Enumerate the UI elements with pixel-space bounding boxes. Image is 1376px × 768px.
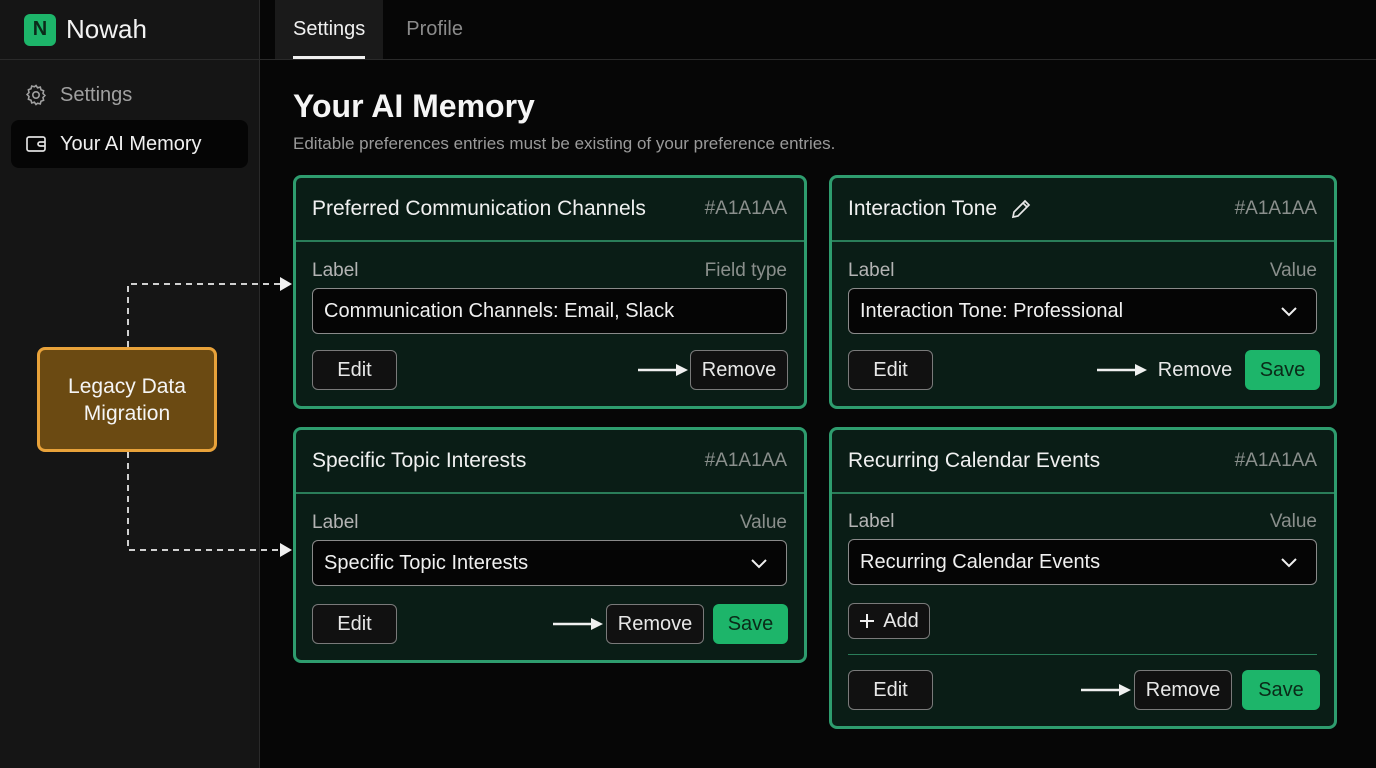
card-code: #A1A1AA — [1234, 450, 1317, 471]
chevron-down-icon — [751, 559, 767, 569]
edit-button[interactable]: Edit — [848, 670, 933, 710]
field-type-label: Field type — [704, 260, 787, 281]
card-title: Preferred Communication Channels — [312, 197, 646, 220]
legacy-data-migration-box: Legacy Data Migration — [37, 347, 217, 452]
field-labels: Label Value — [848, 260, 1317, 282]
field-label: Label — [848, 260, 895, 281]
chevron-down-icon — [1281, 307, 1297, 317]
add-button-label: Add — [883, 609, 919, 632]
remove-button[interactable]: Remove — [1134, 670, 1232, 710]
label-select[interactable]: Recurring Calendar Events — [848, 539, 1317, 585]
pencil-icon[interactable] — [1009, 197, 1033, 221]
remove-button[interactable]: Remove — [690, 350, 788, 390]
field-labels: Label Value — [848, 511, 1317, 533]
chevron-down-icon — [1281, 558, 1297, 568]
arrow-right-icon — [1097, 364, 1147, 376]
edit-button[interactable]: Edit — [312, 604, 397, 644]
field-value-label: Value — [1269, 260, 1317, 281]
label-select[interactable]: Specific Topic Interests — [312, 540, 787, 586]
legacy-line-2: Migration — [83, 401, 171, 425]
tab-bar: Settings Profile — [260, 0, 1376, 60]
memory-card-interaction-tone: Interaction Tone #A1A1AA Label Value Int… — [829, 175, 1337, 409]
card-header: Preferred Communication Channels #A1A1AA — [296, 178, 804, 242]
field-label: Label — [848, 511, 895, 532]
remove-button[interactable]: Remove — [1150, 350, 1240, 390]
card-title-group: Interaction Tone — [848, 197, 1033, 221]
field-label: Label — [312, 512, 359, 533]
select-value: Recurring Calendar Events — [860, 550, 1101, 573]
legacy-line-1: Legacy Data — [68, 374, 186, 398]
card-header: Recurring Calendar Events #A1A1AA — [832, 430, 1334, 494]
card-code: #A1A1AA — [704, 450, 787, 471]
plus-icon — [860, 614, 875, 628]
tab-profile[interactable]: Profile — [388, 0, 481, 59]
add-button[interactable]: Add — [848, 603, 930, 639]
card-code: #A1A1AA — [704, 198, 787, 219]
select-value: Interaction Tone: Professional — [860, 299, 1124, 322]
field-value-label: Value — [1269, 511, 1317, 532]
divider — [848, 654, 1317, 655]
page-subtitle: Editable preferences entries must be exi… — [293, 134, 836, 153]
arrow-right-icon — [638, 364, 688, 376]
remove-button[interactable]: Remove — [606, 604, 704, 644]
card-header: Interaction Tone #A1A1AA — [832, 178, 1334, 242]
field-label: Label — [312, 260, 359, 281]
edit-button[interactable]: Edit — [848, 350, 933, 390]
memory-card-calendar-events: Recurring Calendar Events #A1A1AA Label … — [829, 427, 1337, 729]
card-code: #A1A1AA — [1234, 198, 1317, 219]
save-button[interactable]: Save — [713, 604, 788, 644]
card-header: Specific Topic Interests #A1A1AA — [296, 430, 804, 494]
save-button[interactable]: Save — [1242, 670, 1320, 710]
save-button[interactable]: Save — [1245, 350, 1320, 390]
card-title: Specific Topic Interests — [312, 449, 527, 472]
label-input[interactable]: Communication Channels: Email, Slack — [312, 288, 787, 334]
field-value-label: Value — [739, 512, 787, 533]
arrow-right-icon — [1081, 684, 1131, 696]
field-labels: Label Field type — [312, 260, 787, 282]
page-title: Your AI Memory — [293, 88, 535, 124]
memory-card-topic-interests: Specific Topic Interests #A1A1AA Label V… — [293, 427, 807, 663]
field-labels: Label Value — [312, 512, 787, 534]
card-title: Interaction Tone — [848, 197, 998, 220]
label-select[interactable]: Interaction Tone: Professional — [848, 288, 1317, 334]
select-value: Specific Topic Interests — [324, 551, 529, 574]
memory-card-communication-channels: Preferred Communication Channels #A1A1AA… — [293, 175, 807, 409]
label-input-value: Communication Channels: Email, Slack — [324, 299, 675, 322]
edit-button[interactable]: Edit — [312, 350, 397, 390]
arrow-right-icon — [553, 618, 603, 630]
card-title: Recurring Calendar Events — [848, 449, 1101, 472]
